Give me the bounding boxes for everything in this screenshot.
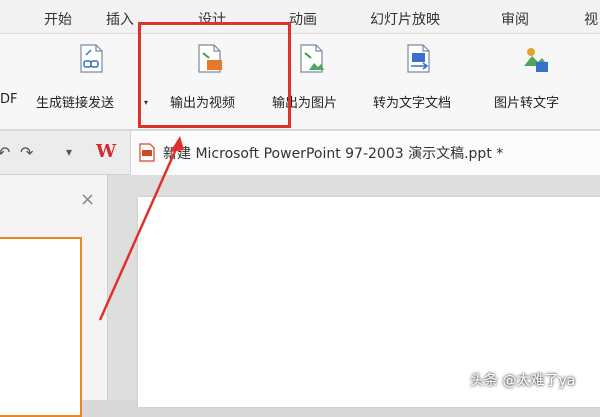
annotation-arrow bbox=[98, 136, 184, 321]
watermark-text: 头条 @太难了ya bbox=[470, 373, 576, 389]
